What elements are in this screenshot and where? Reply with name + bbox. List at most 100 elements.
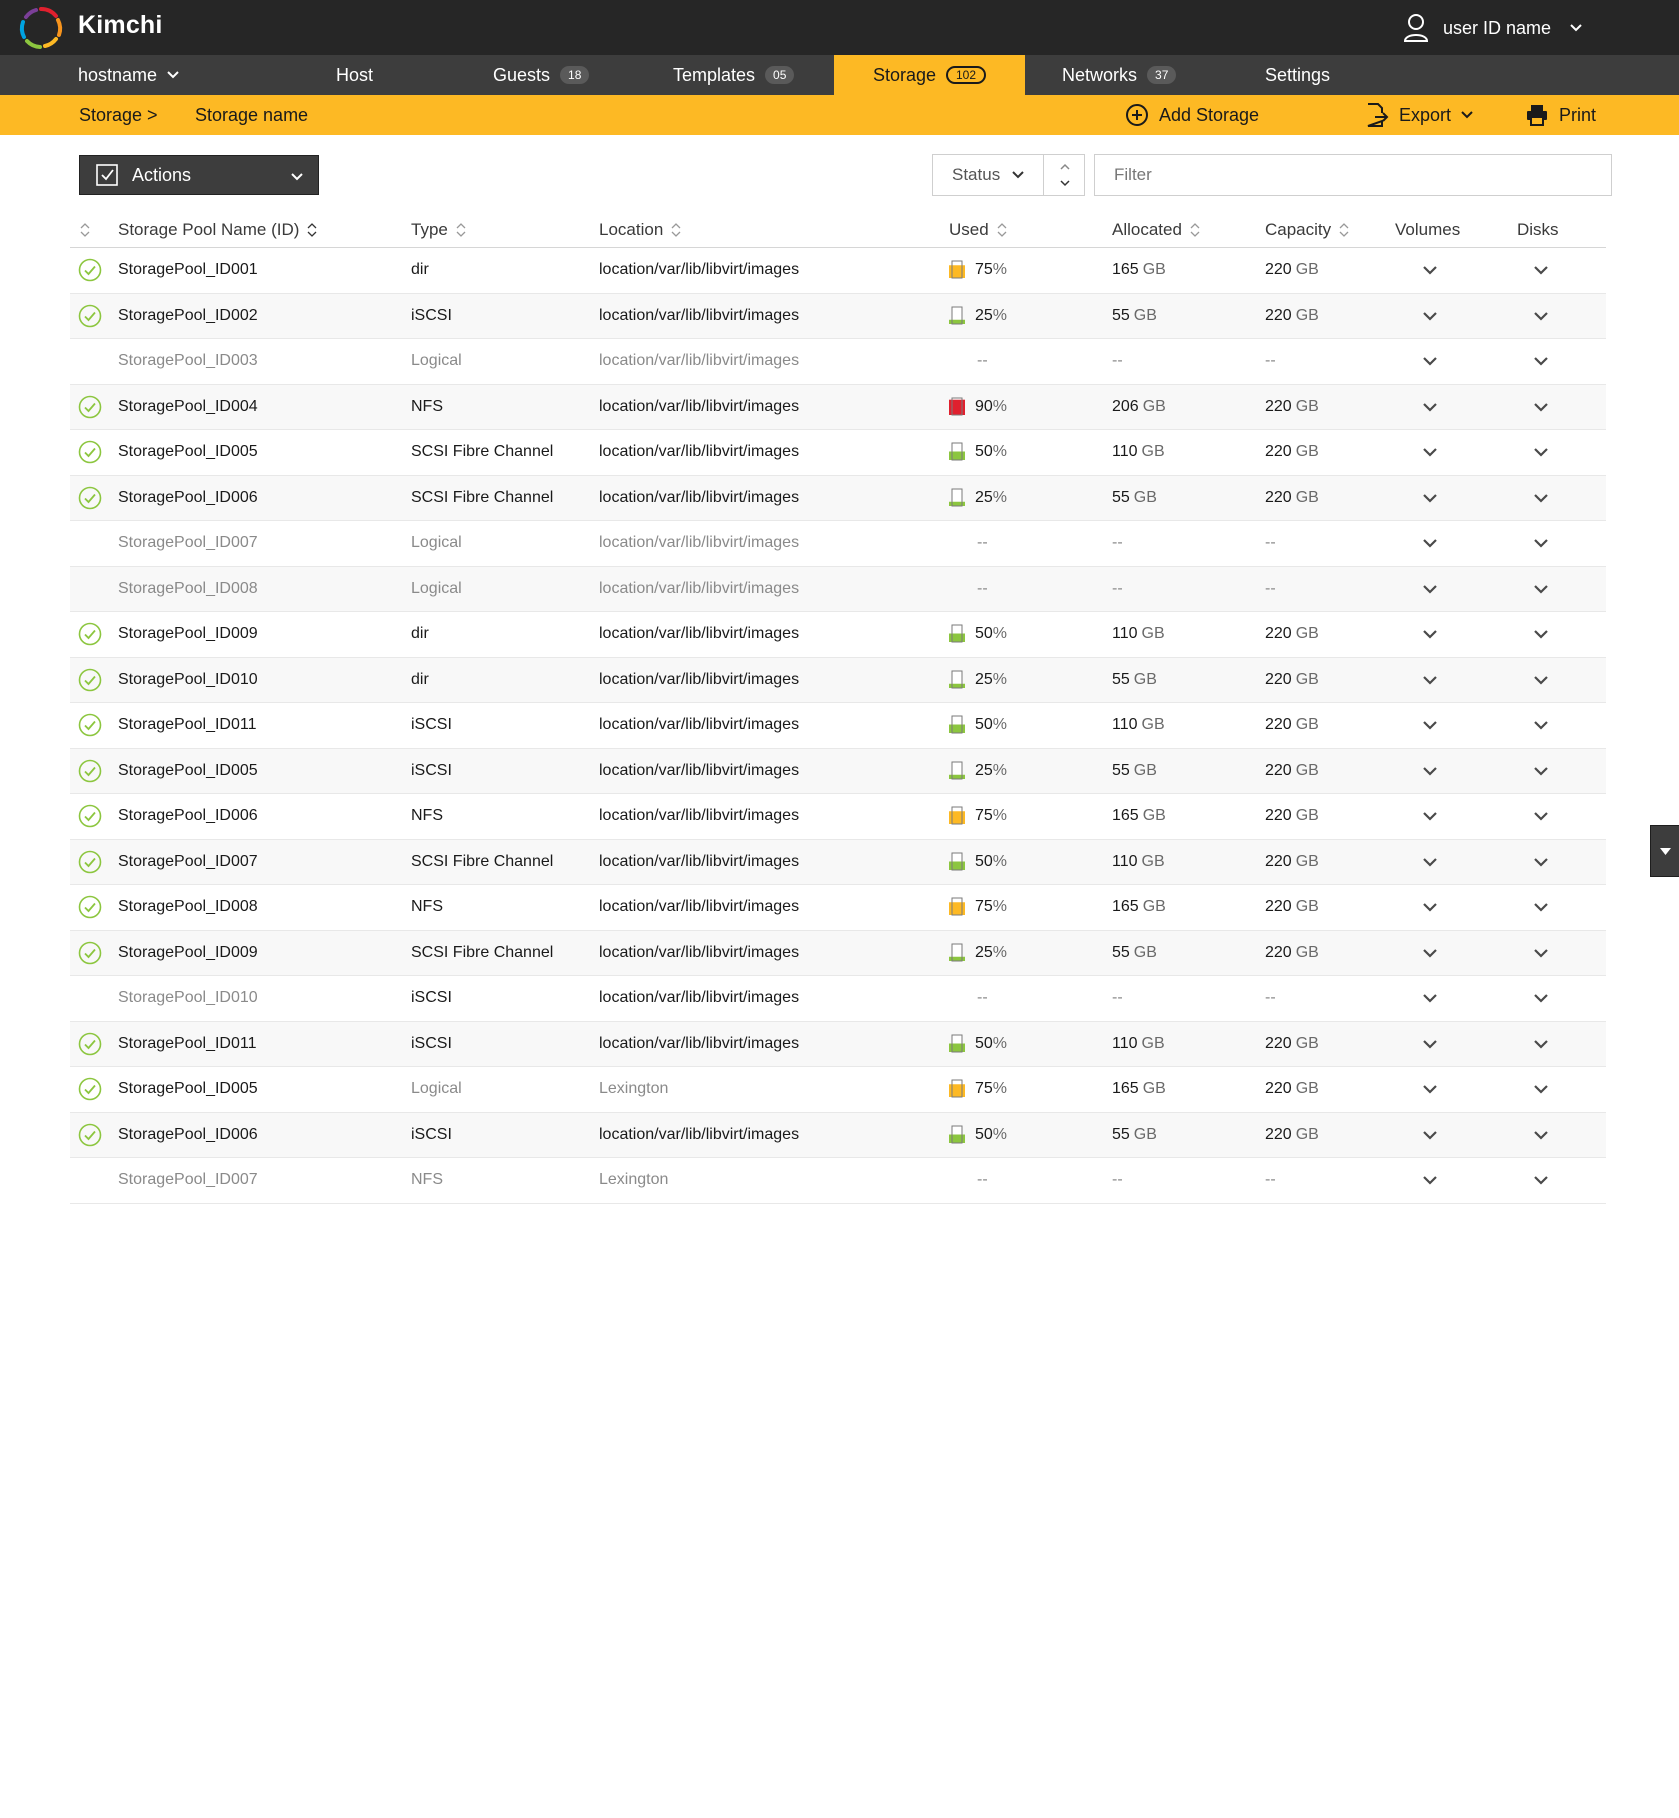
check-circle-icon <box>78 804 102 828</box>
volumes-expand-button[interactable] <box>1422 840 1438 885</box>
disks-expand-button[interactable] <box>1533 840 1549 885</box>
volumes-expand-button[interactable] <box>1422 248 1438 293</box>
disks-expand-button[interactable] <box>1533 1067 1549 1112</box>
disks-expand-button[interactable] <box>1533 294 1549 339</box>
table-row[interactable]: StoragePool_ID010 dir location/var/lib/lib… <box>70 657 1606 703</box>
disks-expand-button[interactable] <box>1533 1113 1549 1158</box>
disks-expand-button[interactable] <box>1533 430 1549 475</box>
disks-expand-button[interactable] <box>1533 248 1549 293</box>
disks-expand-button[interactable] <box>1533 976 1549 1021</box>
disks-expand-button[interactable] <box>1533 476 1549 521</box>
disks-expand-button[interactable] <box>1533 931 1549 976</box>
table-row[interactable]: StoragePool_ID006 SCSI Fibre Channel locat… <box>70 475 1606 521</box>
tab-host[interactable]: Host <box>336 55 373 95</box>
sort-status-header[interactable] <box>80 212 90 247</box>
allocated-cell: 110 GB <box>1112 703 1165 748</box>
disks-expand-button[interactable] <box>1533 567 1549 612</box>
table-row[interactable]: StoragePool_ID008 Logical location/var/lib… <box>70 566 1606 612</box>
volumes-expand-button[interactable] <box>1422 794 1438 839</box>
table-row[interactable]: StoragePool_ID011 iSCSI location/var/lib/l… <box>70 703 1606 749</box>
table-row[interactable]: StoragePool_ID007 Logical location/var/lib… <box>70 521 1606 567</box>
volumes-expand-button[interactable] <box>1422 521 1438 566</box>
side-drawer-toggle[interactable] <box>1650 825 1679 877</box>
table-row[interactable]: StoragePool_ID010 iSCSI location/var/lib/l… <box>70 976 1606 1022</box>
host-menu[interactable]: hostname <box>78 55 179 95</box>
table-row[interactable]: StoragePool_ID008 NFS location/var/lib/lib… <box>70 885 1606 931</box>
disks-expand-button[interactable] <box>1533 521 1549 566</box>
table-row[interactable]: StoragePool_ID004 NFS location/var/lib/lib… <box>70 384 1606 430</box>
volumes-expand-button[interactable] <box>1422 1067 1438 1112</box>
column-header-allocated[interactable]: Allocated <box>1112 212 1200 247</box>
volumes-expand-button[interactable] <box>1422 294 1438 339</box>
table-row[interactable]: StoragePool_ID006 NFS location/var/lib/lib… <box>70 794 1606 840</box>
volumes-expand-button[interactable] <box>1422 385 1438 430</box>
print-button[interactable]: Print <box>1525 95 1596 135</box>
capacity-cell: 220 GB <box>1265 749 1319 794</box>
volumes-expand-button[interactable] <box>1422 1022 1438 1067</box>
column-header-volumes: Volumes <box>1395 212 1460 247</box>
volumes-expand-button[interactable] <box>1422 1158 1438 1203</box>
column-header-capacity[interactable]: Capacity <box>1265 212 1349 247</box>
table-row[interactable]: StoragePool_ID002 iSCSI location/var/lib/l… <box>70 293 1606 339</box>
volumes-expand-button[interactable] <box>1422 976 1438 1021</box>
used-value: 25 <box>975 761 993 779</box>
column-header-location[interactable]: Location <box>599 212 681 247</box>
print-label: Print <box>1559 104 1597 125</box>
disks-expand-button[interactable] <box>1533 885 1549 930</box>
volumes-expand-button[interactable] <box>1422 476 1438 521</box>
table-row[interactable]: StoragePool_ID003 Logical location/var/lib… <box>70 339 1606 385</box>
pool-type-cell: dir <box>411 248 429 293</box>
table-row[interactable]: StoragePool_ID005 SCSI Fibre Channel locat… <box>70 430 1606 476</box>
disks-expand-button[interactable] <box>1533 385 1549 430</box>
tab-templates[interactable]: Templates 05 <box>673 55 795 95</box>
table-row[interactable]: StoragePool_ID007 NFS Lexington -- -- -- <box>70 1158 1606 1204</box>
user-menu[interactable]: user ID name <box>1403 12 1583 44</box>
volumes-expand-button[interactable] <box>1422 339 1438 384</box>
table-row[interactable]: StoragePool_ID001 dir location/var/lib/lib… <box>70 248 1606 294</box>
volumes-expand-button[interactable] <box>1422 1113 1438 1158</box>
table-row[interactable]: StoragePool_ID009 SCSI Fibre Channel locat… <box>70 930 1606 976</box>
volumes-expand-button[interactable] <box>1422 430 1438 475</box>
disks-expand-button[interactable] <box>1533 749 1549 794</box>
volumes-expand-button[interactable] <box>1422 931 1438 976</box>
breadcrumb-root[interactable]: Storage > <box>79 95 158 135</box>
disks-expand-button[interactable] <box>1533 703 1549 748</box>
volumes-expand-button[interactable] <box>1422 703 1438 748</box>
actions-dropdown[interactable]: Actions <box>79 155 319 195</box>
disks-expand-button[interactable] <box>1533 658 1549 703</box>
table-row[interactable]: StoragePool_ID011 iSCSI location/var/lib/l… <box>70 1021 1606 1067</box>
volumes-expand-button[interactable] <box>1422 567 1438 612</box>
tab-networks[interactable]: Networks 37 <box>1062 55 1177 95</box>
disks-expand-button[interactable] <box>1533 794 1549 839</box>
kimchi-logo-icon[interactable] <box>18 5 64 51</box>
column-header-type[interactable]: Type <box>411 212 466 247</box>
disks-expand-button[interactable] <box>1533 1022 1549 1067</box>
tab-guests[interactable]: Guests 18 <box>493 55 590 95</box>
sort-order-toggle[interactable] <box>1043 155 1085 195</box>
table-row[interactable]: StoragePool_ID006 iSCSI location/var/lib/l… <box>70 1112 1606 1158</box>
table-row[interactable]: StoragePool_ID005 iSCSI location/var/lib/l… <box>70 748 1606 794</box>
export-button[interactable]: Export <box>1365 95 1473 135</box>
filter-input[interactable] <box>1094 154 1612 196</box>
pool-name-cell: StoragePool_ID008 <box>118 885 258 930</box>
add-storage-button[interactable]: Add Storage <box>1125 95 1259 135</box>
table-row[interactable]: StoragePool_ID009 dir location/var/lib/lib… <box>70 612 1606 658</box>
tab-settings[interactable]: Settings <box>1265 55 1330 95</box>
pool-location-cell: location/var/lib/libvirt/images <box>599 476 799 521</box>
volumes-expand-button[interactable] <box>1422 885 1438 930</box>
status-select[interactable]: Status <box>932 154 1085 196</box>
usage-gauge-icon <box>949 1125 965 1144</box>
volumes-expand-button[interactable] <box>1422 612 1438 657</box>
disks-expand-button[interactable] <box>1533 612 1549 657</box>
disks-expand-button[interactable] <box>1533 339 1549 384</box>
column-header-used[interactable]: Used <box>949 212 1007 247</box>
volumes-expand-button[interactable] <box>1422 658 1438 703</box>
table-body: StoragePool_ID001 dir location/var/lib/lib… <box>70 248 1606 1204</box>
volumes-expand-button[interactable] <box>1422 749 1438 794</box>
table-row[interactable]: StoragePool_ID005 Logical Lexington 75% 165 G… <box>70 1067 1606 1113</box>
column-header-name[interactable]: Storage Pool Name (ID) <box>118 212 317 247</box>
tab-storage[interactable]: Storage 102 <box>834 55 1025 95</box>
sort-icon <box>1339 222 1349 237</box>
disks-expand-button[interactable] <box>1533 1158 1549 1203</box>
table-row[interactable]: StoragePool_ID007 SCSI Fibre Channel locat… <box>70 839 1606 885</box>
